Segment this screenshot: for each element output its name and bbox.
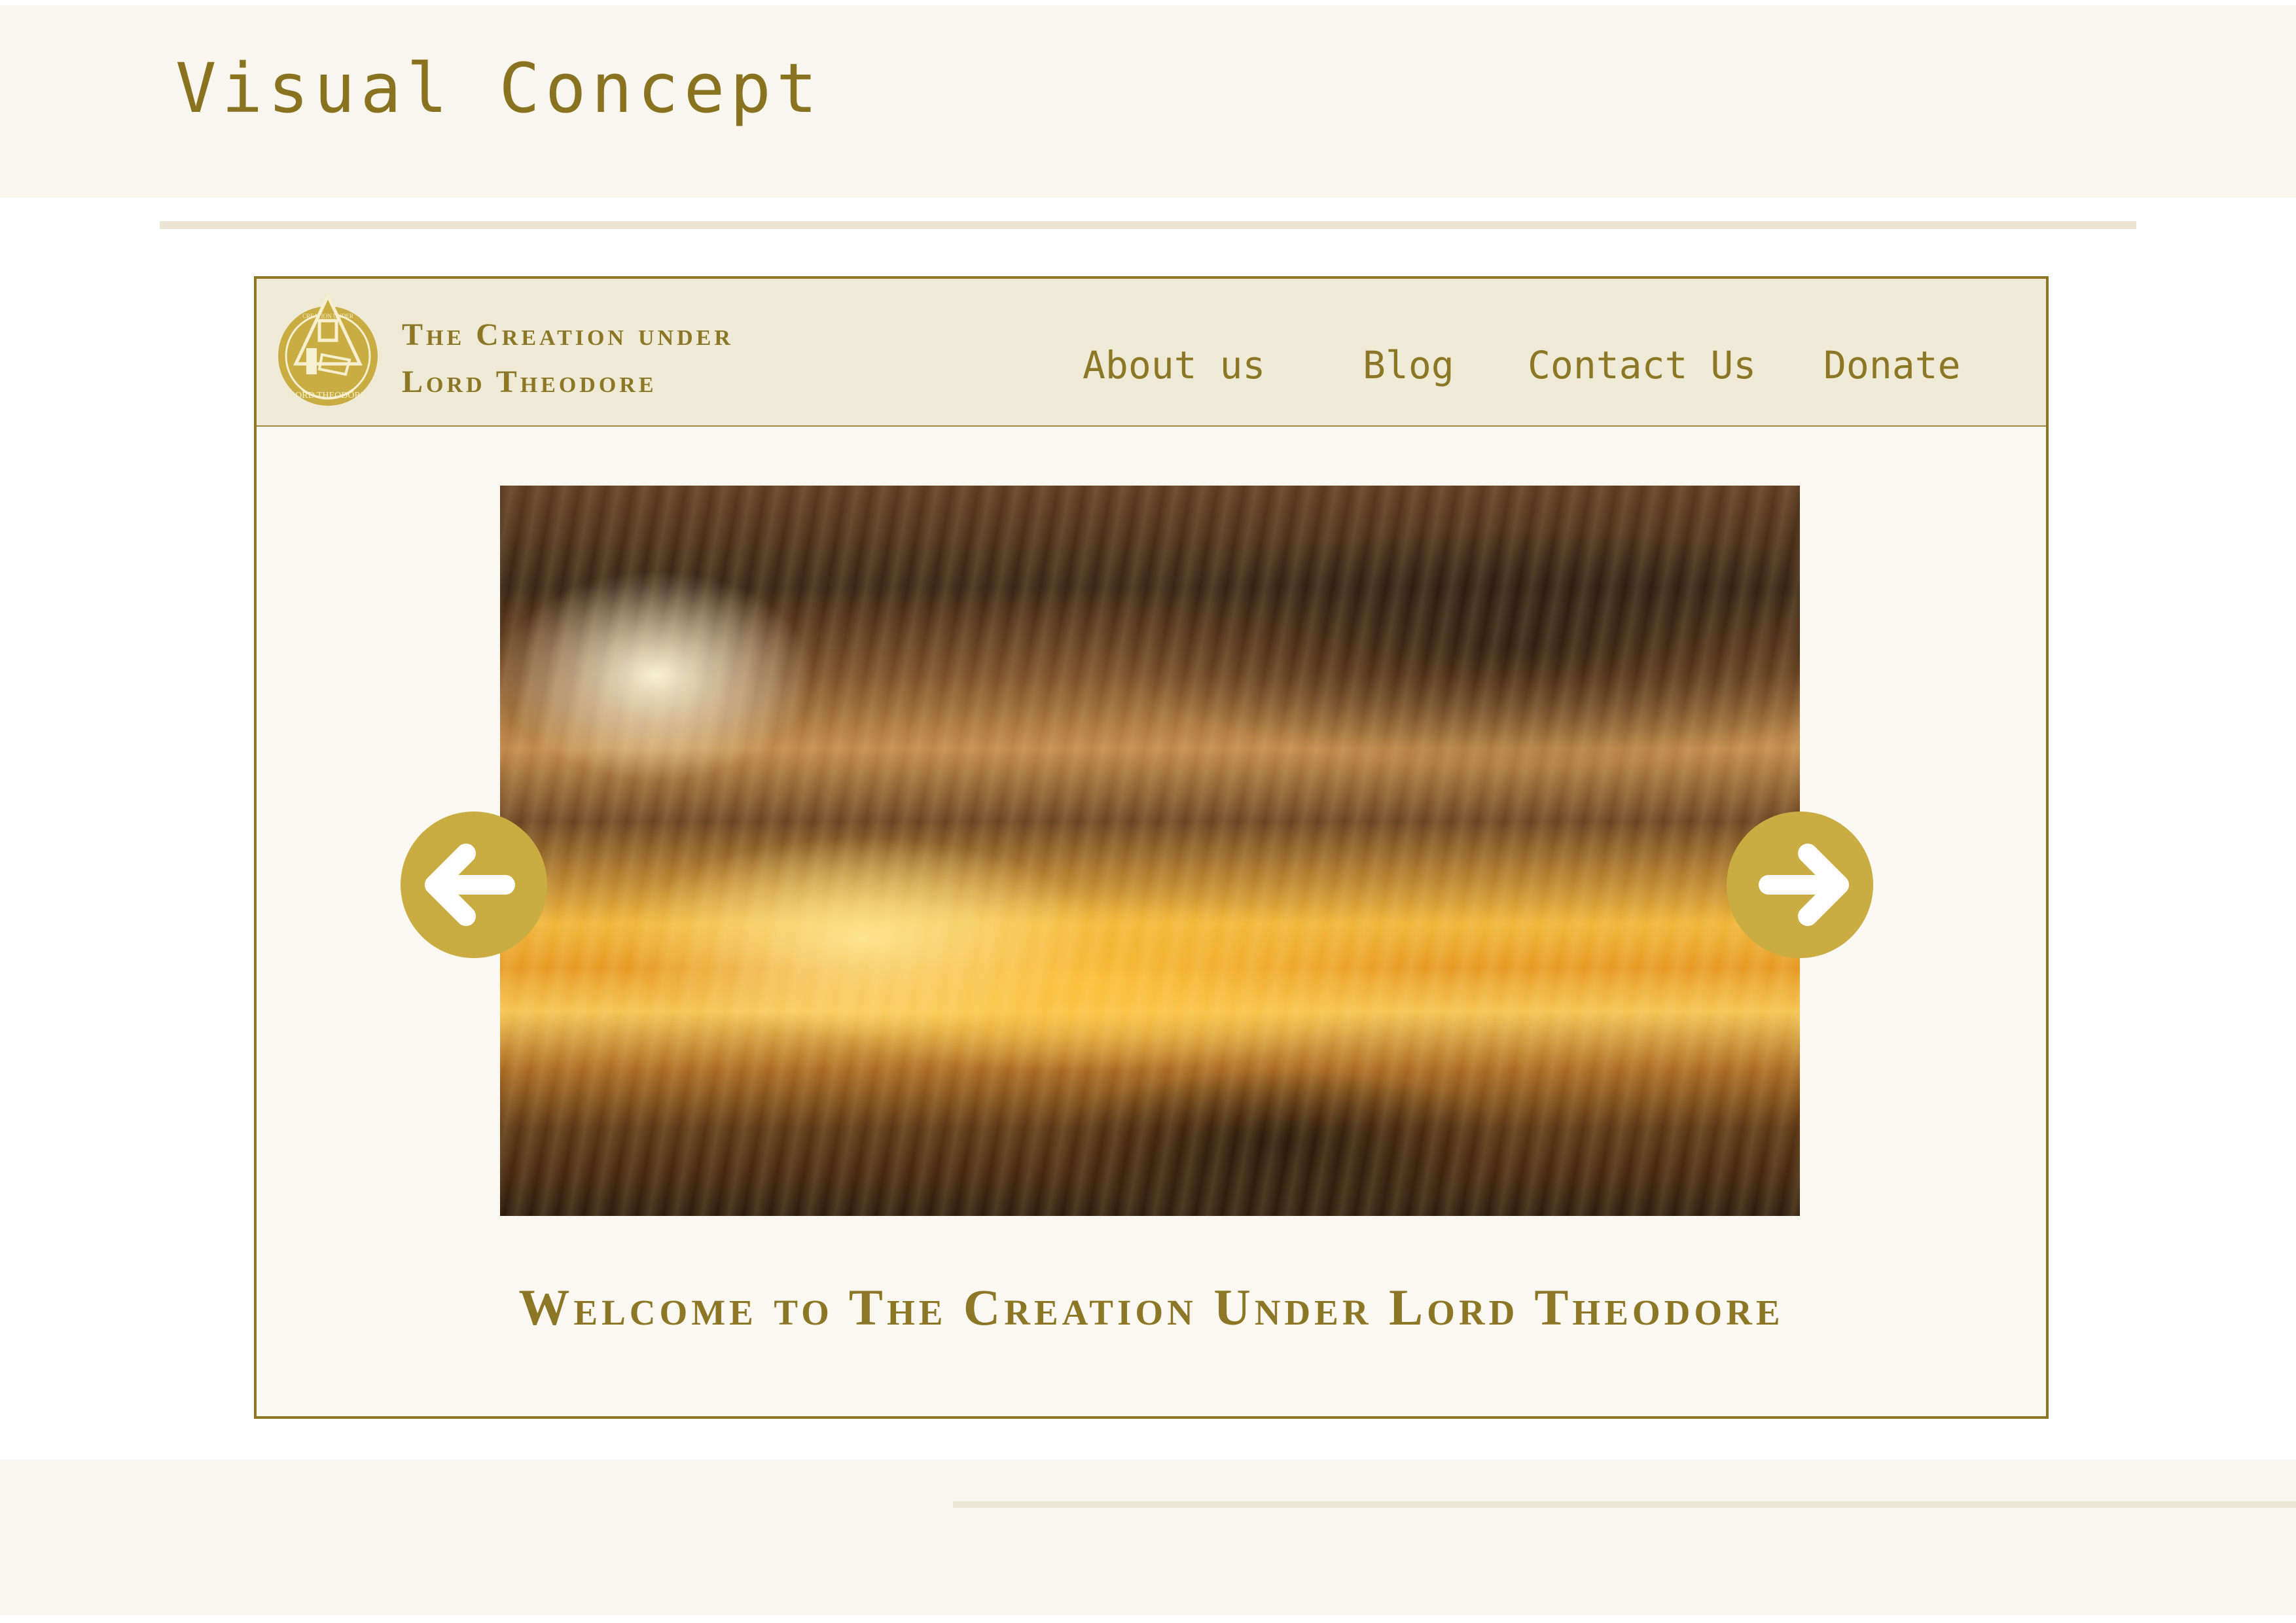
- carousel-next-button[interactable]: [1727, 812, 1873, 958]
- nav-about-us[interactable]: About us: [1083, 339, 1265, 391]
- website-mockup: LORD THEODORE CREATION UNDER The Creatio…: [254, 276, 2049, 1419]
- arrow-right-icon: [1759, 844, 1849, 926]
- nav-blog[interactable]: Blog: [1363, 339, 1454, 391]
- site-brand[interactable]: The Creation under Lord Theodore: [402, 312, 734, 406]
- welcome-heading: Welcome to The Creation Under Lord Theod…: [518, 1279, 1784, 1336]
- site-header: LORD THEODORE CREATION UNDER The Creatio…: [257, 279, 2046, 427]
- carousel-prev-button[interactable]: [401, 812, 547, 958]
- top-divider: [160, 221, 2136, 229]
- hero-light-rays: [500, 486, 1800, 1216]
- brand-line-2: Lord Theodore: [402, 365, 657, 399]
- logo-text-bottom: LORD THEODORE: [290, 391, 367, 401]
- arrow-left-icon: [425, 844, 515, 926]
- logo-text-top: CREATION UNDER: [302, 313, 353, 319]
- page-title: Visual Concept: [175, 48, 823, 128]
- bottom-divider: [953, 1501, 2296, 1508]
- crest-logo-icon[interactable]: LORD THEODORE CREATION UNDER: [276, 292, 380, 414]
- nav-donate[interactable]: Donate: [1823, 339, 1961, 391]
- hero-slide-image: [500, 486, 1800, 1216]
- brand-line-1: The Creation under: [402, 317, 734, 352]
- bottom-band: [0, 1459, 2296, 1615]
- nav-contact-us[interactable]: Contact Us: [1528, 339, 1756, 391]
